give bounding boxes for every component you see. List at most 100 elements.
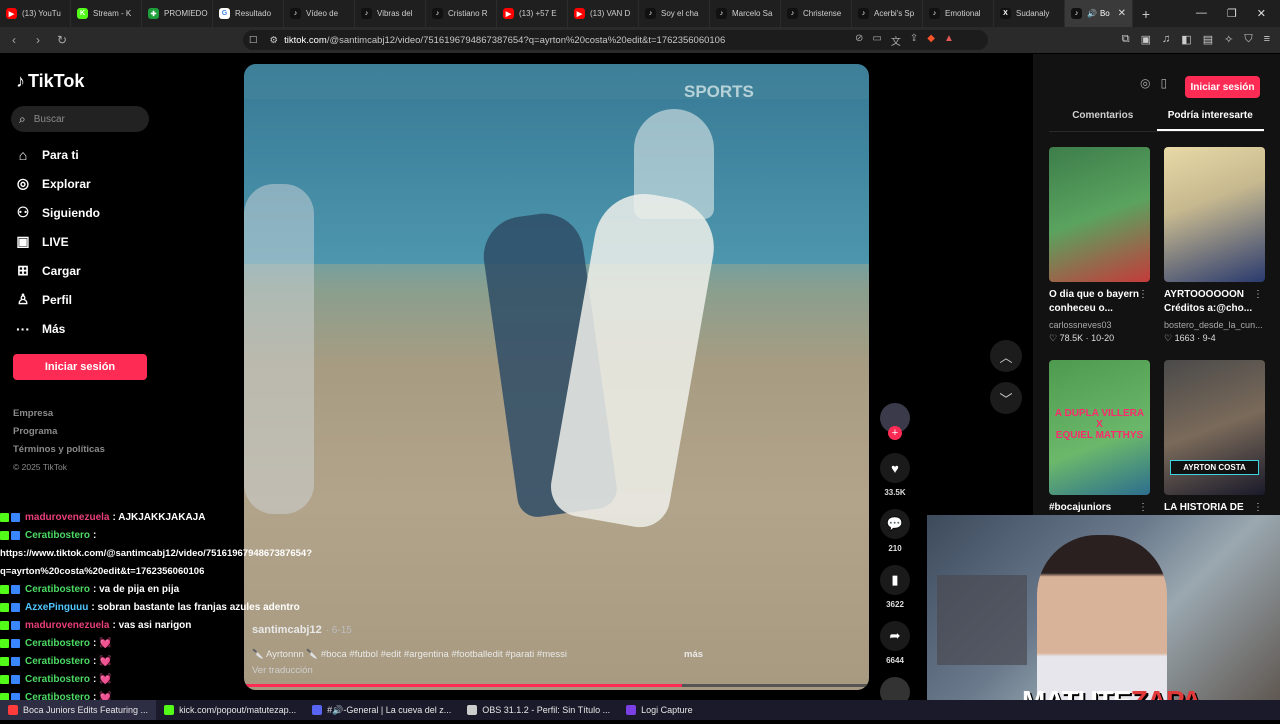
footer-link-empresa[interactable]: Empresa — [13, 408, 105, 426]
recommended-video-card[interactable]: A DUPLA VILLERA X EQUIEL MATTHYS #bocajun… — [1049, 360, 1150, 529]
footer-link-terminos[interactable]: Términos y políticas — [13, 444, 105, 462]
sidebar-item-explorar[interactable]: ◎ Explorar — [14, 169, 100, 198]
forward-icon[interactable]: › — [28, 33, 48, 47]
right-login-button[interactable]: Iniciar sesión — [1185, 76, 1260, 98]
rewards-icon[interactable]: ▲ — [944, 33, 954, 48]
new-tab-button[interactable]: + — [1133, 6, 1159, 22]
chat-username[interactable]: Ceratibostero — [25, 638, 90, 649]
minimize-icon[interactable]: — — [1196, 7, 1207, 20]
sidebar-item-cargar[interactable]: ⊞ Cargar — [14, 256, 100, 285]
coin-icon[interactable]: ◎ — [1140, 76, 1150, 90]
media-icon[interactable]: ♫ — [1162, 33, 1170, 46]
video-thumbnail[interactable] — [1049, 147, 1150, 282]
tab-audio-icon[interactable]: 🔊 — [1087, 9, 1097, 18]
translate-icon[interactable]: 文 — [891, 33, 901, 48]
browser-tab[interactable]: ♪ Cristiano R — [426, 0, 497, 27]
caption-more-link[interactable]: más — [684, 649, 703, 660]
chat-username[interactable]: Ceratibostero — [25, 530, 90, 541]
browser-tab[interactable]: ♪ Emotional — [923, 0, 994, 27]
video-thumbnail[interactable]: AYRTON COSTA — [1164, 360, 1265, 495]
chat-username[interactable]: AzxePinguuu — [25, 602, 88, 613]
recommended-video-card[interactable]: AYRTOOOOOON Créditos a:@cho... ⋮ bostero_d… — [1164, 147, 1265, 344]
card-author[interactable]: carlossneves03 — [1049, 320, 1150, 330]
browser-tab[interactable]: G Resultado — [213, 0, 284, 27]
sidebar-item-para-ti[interactable]: ⌂ Para ti — [14, 140, 100, 169]
browser-tab[interactable]: ♪ Acerbi's Sp — [852, 0, 923, 27]
like-icon[interactable]: ♥ — [880, 453, 910, 483]
tab-close-icon[interactable]: ✕ — [1118, 8, 1126, 19]
sidebar-icon[interactable]: ◧ — [1181, 33, 1191, 46]
browser-tab[interactable]: ♪ Vibras del — [355, 0, 426, 27]
video-thumbnail[interactable] — [1164, 147, 1265, 282]
tab-podria-interesarte[interactable]: Podría interesarte — [1156, 110, 1264, 131]
share-icon[interactable]: ⇪ — [910, 33, 918, 48]
chat-username[interactable]: Ceratibostero — [25, 656, 90, 667]
card-more-icon[interactable]: ⋮ — [1138, 502, 1148, 513]
follow-plus-icon[interactable]: + — [888, 426, 902, 440]
recommended-video-card[interactable]: AYRTON COSTA LA HISTORIA DE ⋮ — [1164, 360, 1265, 529]
browser-tab[interactable]: ✚ PROMIEDO — [142, 0, 213, 27]
tiktok-logo[interactable]: ♪ TikTok — [16, 71, 84, 92]
recommended-video-card[interactable]: O dia que o bayern conheceu o... ⋮ carloss… — [1049, 147, 1150, 344]
browser-tab[interactable]: X Sudanaly — [994, 0, 1065, 27]
sidebar-item-live[interactable]: ▣ LIVE — [14, 227, 100, 256]
previous-video-chevron-up-icon[interactable]: ︿ — [990, 340, 1022, 372]
restore-icon[interactable]: ❐ — [1227, 7, 1237, 20]
browser-tab[interactable]: ♪ Soy el cha — [639, 0, 710, 27]
chat-username[interactable]: madurovenezuela — [25, 620, 109, 631]
taskbar-item[interactable]: Logi Capture — [618, 700, 701, 720]
creator-avatar[interactable]: + — [880, 403, 910, 440]
device-icon[interactable]: ▯ — [1160, 76, 1167, 90]
browser-tab[interactable]: ▶ (13) VAN D — [568, 0, 639, 27]
os-taskbar: Boca Juniors Edits Featuring ... kick.com… — [0, 700, 1280, 720]
back-icon[interactable]: ‹ — [4, 33, 24, 47]
sidebar-item-siguiendo[interactable]: ⚇ Siguiendo — [14, 198, 100, 227]
footer-link-programa[interactable]: Programa — [13, 426, 105, 444]
bookmark-icon[interactable]: ☐ — [249, 35, 258, 46]
chat-url[interactable]: q=ayrton%20costa%20edit&t=1762356060106 — [0, 566, 204, 577]
wallet-icon[interactable]: ▤ — [1203, 33, 1213, 46]
card-author[interactable]: bostero_desde_la_cun... — [1164, 320, 1265, 330]
chat-url[interactable]: https://www.tiktok.com/@santimcabj12/vid… — [0, 548, 312, 559]
screenshot-icon[interactable]: ▣ — [1141, 33, 1151, 46]
site-info-icon[interactable]: ⚙ — [270, 35, 279, 46]
taskbar-item[interactable]: kick.com/popout/matutezap... — [156, 700, 304, 720]
next-video-chevron-down-icon[interactable]: ﹀ — [990, 382, 1022, 414]
card-more-icon[interactable]: ⋮ — [1253, 502, 1263, 513]
extensions-icon[interactable]: ⧉ — [1122, 33, 1130, 46]
reload-icon[interactable]: ↻ — [52, 33, 72, 47]
bookmark-save-icon[interactable]: ▮ — [880, 565, 910, 595]
tab-comentarios[interactable]: Comentarios — [1049, 110, 1157, 131]
vpn-icon[interactable]: ⛉ — [1244, 33, 1252, 46]
brave-shield-icon[interactable]: ◆ — [927, 33, 935, 48]
chat-username[interactable]: madurovenezuela — [25, 512, 109, 523]
browser-tab[interactable]: ♪ Marcelo Sa — [710, 0, 781, 27]
tab-label: Christense — [803, 9, 842, 18]
browser-tab[interactable]: ▶ (13) YouTu — [0, 0, 71, 27]
taskbar-item[interactable]: OBS 31.1.2 - Perfil: Sin Título ... — [459, 700, 618, 720]
taskbar-item[interactable]: Boca Juniors Edits Featuring ... — [0, 700, 157, 720]
install-app-icon[interactable]: ▭ — [872, 33, 881, 48]
login-button[interactable]: Iniciar sesión — [13, 354, 147, 380]
taskbar-item[interactable]: #🔊-General | La cueva del z... — [304, 700, 459, 720]
card-more-icon[interactable]: ⋮ — [1253, 289, 1263, 300]
leo-icon[interactable]: ✧ — [1224, 33, 1233, 46]
sidebar-item-m-s[interactable]: ··· Más — [14, 314, 100, 343]
browser-tab[interactable]: ▶ (13) +57 E — [497, 0, 568, 27]
browser-tab[interactable]: ♪ Christense — [781, 0, 852, 27]
menu-icon[interactable]: ≡ — [1264, 33, 1270, 46]
no-camera-icon[interactable]: ⊘ — [855, 33, 863, 48]
sub-badge-icon — [11, 638, 20, 648]
card-more-icon[interactable]: ⋮ — [1138, 289, 1148, 300]
close-window-icon[interactable]: ✕ — [1257, 7, 1266, 20]
browser-tab[interactable]: K Stream - K — [71, 0, 142, 27]
share-arrow-icon[interactable]: ➦ — [880, 621, 910, 651]
browser-tab[interactable]: ♪ Vídeo de — [284, 0, 355, 27]
search-input[interactable]: ⌕ Buscar — [11, 106, 149, 132]
chat-username[interactable]: Ceratibostero — [25, 584, 90, 595]
sidebar-item-perfil[interactable]: ♙ Perfil — [14, 285, 100, 314]
comment-icon[interactable]: 💬 — [880, 509, 910, 539]
browser-tab-active[interactable]: ♪ 🔊 Bo ✕ — [1065, 0, 1133, 27]
chat-username[interactable]: Ceratibostero — [25, 674, 90, 685]
video-thumbnail[interactable]: A DUPLA VILLERA X EQUIEL MATTHYS — [1049, 360, 1150, 495]
